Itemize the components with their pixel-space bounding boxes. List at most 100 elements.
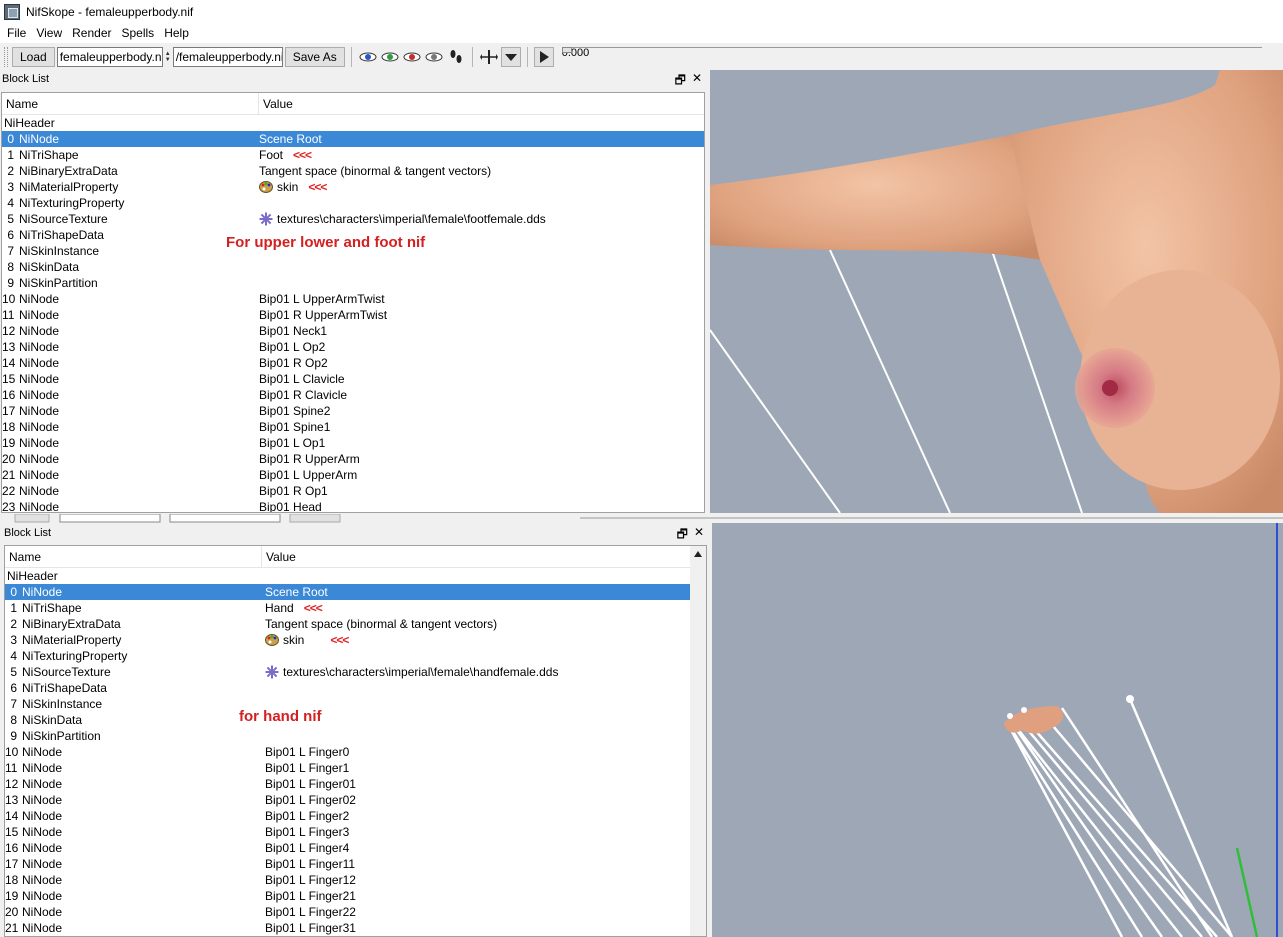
load-file-combo[interactable]: femaleupperbody.nif — [56, 47, 163, 67]
tree-row[interactable]: 12 NiNode Bip01 L Finger01 — [5, 776, 690, 792]
row-name-cell: 16 NiNode — [2, 388, 259, 402]
row-index: 1 — [10, 601, 17, 615]
tree-row[interactable]: 20 NiNode Bip01 L Finger22 — [5, 904, 690, 920]
tree-row[interactable]: 15 NiNode Bip01 L Finger3 — [5, 824, 690, 840]
tree-row[interactable]: 18 NiNode Bip01 L Finger12 — [5, 872, 690, 888]
tree-row[interactable]: 22 NiNode Bip01 R Op1 — [2, 483, 704, 499]
tree-row[interactable]: 21 NiNode Bip01 L UpperArm — [2, 467, 704, 483]
eye-blue-icon[interactable] — [358, 47, 378, 67]
tree-row[interactable]: 17 NiNode Bip01 Spine2 — [2, 403, 704, 419]
menu-spells[interactable]: Spells — [117, 26, 160, 40]
tree-row[interactable]: 14 NiNode Bip01 L Finger2 — [5, 808, 690, 824]
vertical-scrollbar[interactable] — [690, 546, 706, 936]
tree-row-niheader[interactable]: NiHeader — [2, 115, 704, 131]
load-button[interactable]: Load — [12, 47, 55, 67]
row-index: 17 — [2, 404, 16, 418]
menu-help[interactable]: Help — [159, 26, 194, 40]
tree-row[interactable]: 1 NiTriShape Hand <<< — [5, 600, 690, 616]
row-value: Bip01 L Finger1 — [265, 761, 350, 775]
time-slider[interactable]: 0.000 — [561, 47, 1262, 67]
tree-row[interactable]: 4 NiTexturingProperty — [5, 648, 690, 664]
row-name-cell: 15 NiNode — [5, 825, 265, 839]
column-header-name[interactable]: Name — [2, 93, 259, 114]
column-header-value[interactable]: Value — [259, 93, 704, 114]
horizontal-splitter[interactable] — [0, 513, 1283, 523]
tree-row[interactable]: 0 NiNode Scene Root — [2, 131, 704, 147]
tree-row[interactable]: 11 NiNode Bip01 L Finger1 — [5, 760, 690, 776]
tree-row[interactable]: 10 NiNode Bip01 L Finger0 — [5, 744, 690, 760]
menu-render[interactable]: Render — [67, 26, 116, 40]
row-name-cell: 7 NiSkinInstance — [5, 697, 265, 711]
tree-row[interactable]: 2 NiBinaryExtraData Tangent space (binorma… — [2, 163, 704, 179]
tree-row[interactable]: 9 NiSkinPartition — [5, 728, 690, 744]
tree-row-niheader[interactable]: NiHeader — [5, 568, 690, 584]
tree-row[interactable]: 3 NiMaterialProperty skin <<< — [2, 179, 704, 195]
tree-row[interactable]: 19 NiNode Bip01 L Op1 — [2, 435, 704, 451]
menu-view[interactable]: View — [31, 26, 67, 40]
toolbar-grip[interactable] — [4, 47, 8, 67]
row-value-cell: skin <<< — [265, 633, 349, 647]
tree-row[interactable]: 4 NiTexturingProperty — [2, 195, 704, 211]
tree-row[interactable]: 5 NiSourceTexture textures\characters\impe… — [2, 211, 704, 227]
block-list-tree[interactable]: Name Value NiHeader 0 NiNode Scene Root 1 NiT… — [1, 92, 705, 513]
tree-row[interactable]: 0 NiNode Scene Root — [5, 584, 690, 600]
row-name-cell: 22 NiNode — [2, 484, 259, 498]
axis-icon[interactable] — [479, 47, 499, 67]
save-as-button[interactable]: Save As — [284, 47, 345, 67]
tree-row[interactable]: 19 NiNode Bip01 L Finger21 — [5, 888, 690, 904]
tree-row[interactable]: 8 NiSkinData — [5, 712, 690, 728]
row-name-cell: 3 NiMaterialProperty — [2, 180, 259, 194]
menu-file[interactable]: File — [2, 26, 31, 40]
tree-row[interactable]: 23 NiNode Bip01 Head — [2, 499, 704, 512]
dropdown-arrow-icon[interactable] — [500, 47, 521, 67]
tree-row[interactable]: 16 NiNode Bip01 R Clavicle — [2, 387, 704, 403]
row-type: NiNode — [22, 825, 63, 839]
play-button[interactable] — [533, 47, 554, 67]
tree-row[interactable]: 6 NiTriShapeData — [5, 680, 690, 696]
row-type: NiTriShape — [19, 148, 79, 162]
tree-row[interactable]: 2 NiBinaryExtraData Tangent space (binorma… — [5, 616, 690, 632]
toolbar-separator — [350, 47, 352, 67]
float-icon[interactable]: 🗗 — [677, 525, 688, 546]
slider-handle[interactable] — [561, 47, 572, 53]
tree-row[interactable]: 17 NiNode Bip01 L Finger11 — [5, 856, 690, 872]
top-render-viewport[interactable] — [710, 70, 1283, 513]
annotation-upper: For upper lower and foot nif — [226, 234, 426, 251]
row-value: Bip01 Spine1 — [259, 420, 331, 434]
save-file-combo[interactable]: /femaleupperbody.nif — [172, 47, 283, 67]
tree-row[interactable]: 11 NiNode Bip01 R UpperArmTwist — [2, 307, 704, 323]
row-type: NiNode — [22, 905, 63, 919]
eye-gray-icon[interactable] — [424, 47, 444, 67]
tree-row[interactable]: 14 NiNode Bip01 R Op2 — [2, 355, 704, 371]
tree-row[interactable]: 16 NiNode Bip01 L Finger4 — [5, 840, 690, 856]
hand-render — [1004, 523, 1278, 937]
tree-row[interactable]: 12 NiNode Bip01 Neck1 — [2, 323, 704, 339]
tree-row[interactable]: 5 NiSourceTexture textures\characters\impe… — [5, 664, 690, 680]
close-icon[interactable]: ✕ — [692, 71, 702, 92]
row-name-cell: 2 NiBinaryExtraData — [2, 164, 259, 178]
tree-row[interactable]: 9 NiSkinPartition — [2, 275, 704, 291]
tree-row[interactable]: 10 NiNode Bip01 L UpperArmTwist — [2, 291, 704, 307]
block-list-tree[interactable]: Name Value NiHeader 0 NiNode Scene Root 1 NiT… — [4, 545, 707, 937]
tree-row[interactable]: 1 NiTriShape Foot <<< — [2, 147, 704, 163]
tree-row[interactable]: 13 NiNode Bip01 L Op2 — [2, 339, 704, 355]
tree-row[interactable]: 7 NiSkinInstance — [5, 696, 690, 712]
tree-row[interactable]: 8 NiSkinData — [2, 259, 704, 275]
tree-row[interactable]: 20 NiNode Bip01 R UpperArm — [2, 451, 704, 467]
footprints-icon[interactable] — [446, 47, 466, 67]
tree-row[interactable]: 18 NiNode Bip01 Spine1 — [2, 419, 704, 435]
tree-row[interactable]: 13 NiNode Bip01 L Finger02 — [5, 792, 690, 808]
row-value: Bip01 L Finger21 — [265, 889, 356, 903]
toolbar-separator — [471, 47, 473, 67]
tree-row[interactable]: 21 NiNode Bip01 L Finger31 — [5, 920, 690, 936]
column-header-name[interactable]: Name — [5, 546, 262, 567]
close-icon[interactable]: ✕ — [694, 525, 704, 546]
bottom-render-viewport[interactable] — [712, 523, 1283, 937]
eye-red-icon[interactable] — [402, 47, 422, 67]
tree-row[interactable]: 3 NiMaterialProperty skin <<< — [5, 632, 690, 648]
eye-green-icon[interactable] — [380, 47, 400, 67]
tree-row[interactable]: 15 NiNode Bip01 L Clavicle — [2, 371, 704, 387]
file-spin-arrows[interactable]: ▲ ▼ — [165, 47, 171, 67]
float-icon[interactable]: 🗗 — [675, 71, 686, 92]
column-header-value[interactable]: Value — [262, 546, 690, 567]
